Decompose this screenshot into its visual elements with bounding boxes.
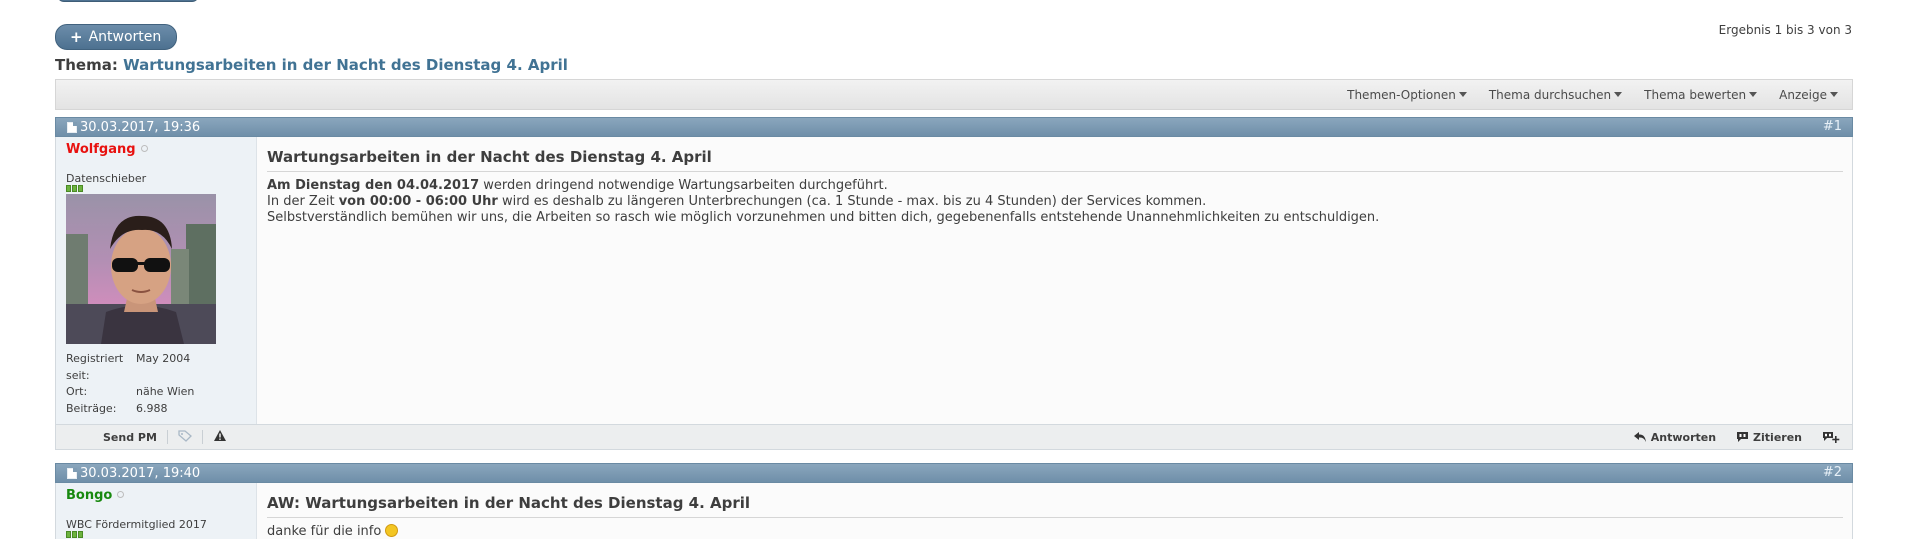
offline-status-icon (140, 145, 148, 152)
post-message: danke für die info (267, 524, 1843, 540)
reply-post-label: Antworten (1650, 430, 1717, 444)
post-date: 30.03.2017, 19:36 (80, 120, 201, 135)
post-text: Selbstverständlich bemühen wir uns, die … (267, 210, 1380, 225)
post-body: Wolfgang Datenschieber Registriert seit:… (55, 137, 1853, 425)
location-row: Ort: nähe Wien (66, 384, 194, 401)
post-icon (67, 468, 77, 479)
join-date-value: May 2004 (136, 352, 191, 365)
smiley-icon (385, 524, 399, 537)
caret-down-icon (1614, 92, 1623, 97)
post-date: 30.03.2017, 19:40 (80, 466, 201, 481)
reply-post-button[interactable]: Antworten (1633, 431, 1716, 444)
user-stats: Registriert seit: May 2004 Ort: nähe Wien … (66, 351, 194, 417)
report-warning-icon[interactable] (213, 429, 227, 445)
quote-button[interactable]: Zitieren (1736, 431, 1802, 444)
quote-bubble-icon (1737, 432, 1749, 442)
search-thread-menu[interactable]: Thema durchsuchen (1488, 87, 1623, 102)
reply-button[interactable]: + Antworten (55, 24, 178, 50)
thread-tools-bar: Themen-Optionen Thema durchsuchen Thema … (55, 79, 1853, 110)
send-pm-button[interactable]: Send PM (103, 431, 157, 444)
reputation-icon (66, 531, 83, 538)
post-content: AW: Wartungsarbeiten in der Nacht des Di… (267, 483, 1843, 540)
username-text[interactable]: Bongo (66, 488, 112, 503)
display-mode-menu[interactable]: Anzeige (1779, 88, 1838, 102)
user-title: Datenschieber (66, 172, 147, 185)
post-text: wird es deshalb zu längeren Unterbrechun… (497, 194, 1207, 209)
avatar-image (66, 215, 216, 344)
post-title: Wartungsarbeiten in der Nacht des Dienst… (267, 148, 1843, 172)
post-number-link[interactable]: #2 (1823, 465, 1842, 480)
rate-thread-menu[interactable]: Thema bewerten (1644, 87, 1758, 102)
post-text-bold: von 00:00 - 06:00 Uhr (338, 194, 498, 209)
thread-title-prefix: Thema: (55, 56, 118, 74)
caret-down-icon (1458, 92, 1467, 97)
separator (166, 430, 168, 444)
user-title: WBC Fördermitglied 2017 (66, 518, 207, 531)
result-count: Ergebnis 1 bis 3 von 3 (1718, 23, 1852, 37)
join-date-label: Registriert seit: (66, 352, 124, 382)
join-date-row: Registriert seit: May 2004 (66, 351, 194, 384)
post-count-value: 6.988 (136, 401, 168, 415)
post-text: werden dringend notwendige Wartungsarbei… (479, 178, 888, 193)
post-text: In der Zeit (267, 194, 339, 209)
location-value: nähe Wien (136, 385, 195, 398)
user-info-panel: Wolfgang Datenschieber Registriert seit:… (56, 137, 257, 424)
post-message: Am Dienstag den 04.04.2017 werden dringe… (267, 178, 1843, 226)
reply-button-label: Antworten (88, 29, 162, 45)
post-title: AW: Wartungsarbeiten in der Nacht des Di… (267, 494, 1843, 518)
post-header: 30.03.2017, 19:40 #2 (55, 463, 1853, 483)
quote-label: Zitieren (1753, 430, 1802, 444)
separator (201, 430, 203, 444)
thread-options-label: Themen-Optionen (1347, 87, 1456, 102)
multi-quote-plus-icon (1823, 431, 1840, 443)
top-button-remnant (57, 0, 199, 2)
location-label: Ort: (66, 385, 88, 398)
tag-icon[interactable] (178, 429, 192, 445)
thread-title: Thema: Wartungsarbeiten in der Nacht des… (55, 56, 568, 74)
rate-thread-label: Thema bewerten (1644, 87, 1747, 102)
post-count-label: Beiträge: (66, 401, 117, 415)
post-text: danke für die info (267, 524, 382, 539)
username-text[interactable]: Wolfgang (66, 142, 136, 157)
post-content: Wartungsarbeiten in der Nacht des Dienst… (267, 137, 1843, 226)
plus-icon: + (70, 28, 83, 46)
post-icon (67, 122, 77, 133)
caret-down-icon (1749, 92, 1758, 97)
user-info-panel: Bongo WBC Fördermitglied 2017 (56, 483, 257, 539)
username[interactable]: Bongo (66, 488, 125, 503)
post-body: Bongo WBC Fördermitglied 2017 AW: Wartun… (55, 483, 1853, 539)
post-header: 30.03.2017, 19:36 #1 (55, 117, 1853, 137)
thread-options-menu[interactable]: Themen-Optionen (1347, 88, 1467, 102)
reputation-icon (66, 185, 83, 192)
post-footer: Send PM Antworten Zitieren (55, 425, 1853, 450)
display-mode-label: Anzeige (1779, 87, 1827, 102)
post-number-link[interactable]: #1 (1823, 119, 1842, 134)
avatar[interactable] (66, 194, 216, 344)
multi-quote-button[interactable] (1822, 431, 1840, 444)
caret-down-icon (1830, 92, 1838, 97)
thread-title-link[interactable]: Wartungsarbeiten in der Nacht des Dienst… (123, 56, 568, 74)
post-count-row: Beiträge: 6.988 (66, 401, 194, 418)
username[interactable]: Wolfgang (66, 142, 148, 157)
search-thread-label: Thema durchsuchen (1488, 87, 1612, 102)
post-text-bold: Am Dienstag den 04.04.2017 (267, 178, 480, 193)
offline-status-icon (117, 491, 125, 498)
reply-arrow-icon (1633, 432, 1646, 442)
